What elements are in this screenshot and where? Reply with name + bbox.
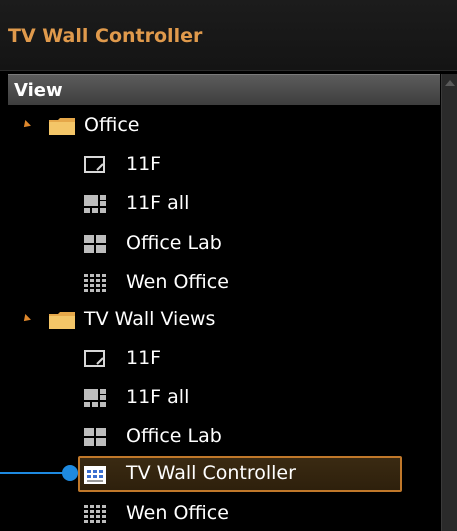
view-section-label: View (14, 80, 63, 101)
tree-item-label: Wen Office (126, 502, 229, 524)
tree-group-tv-wall-views[interactable]: TV Wall Views (0, 303, 440, 337)
tree-item-wen-office[interactable]: Wen Office (0, 497, 440, 531)
tree-item-label: 11F (126, 153, 162, 175)
tree-group-office[interactable]: Office (0, 109, 440, 143)
callout-dot (62, 465, 78, 481)
folder-icon (49, 118, 75, 135)
single-screen-icon (84, 350, 105, 367)
grid-mixed-icon (84, 389, 106, 407)
tree-group-label: TV Wall Views (84, 308, 216, 330)
window-title: TV Wall Controller (8, 25, 203, 47)
tree-item-11f[interactable]: 11F (0, 148, 440, 182)
vertical-scrollbar[interactable] (441, 74, 457, 531)
title-bar: TV Wall Controller (0, 0, 457, 71)
folder-icon (49, 312, 75, 329)
tree-item-label: Office Lab (126, 425, 222, 447)
tree-item-office-lab[interactable]: Office Lab (0, 420, 440, 454)
tree-item-label: 11F (126, 347, 162, 369)
tree-item-label: Wen Office (126, 271, 229, 293)
grid-2x2-icon (84, 235, 106, 253)
tree-item-label: TV Wall Controller (126, 462, 296, 484)
expand-caret-icon[interactable] (21, 314, 31, 324)
tv-wall-panel: TV Wall Controller View Office 11F 11F a… (0, 0, 457, 531)
tree-item-office-lab[interactable]: Office Lab (0, 227, 440, 261)
expand-caret-icon[interactable] (21, 120, 31, 130)
tree-item-11f-all[interactable]: 11F all (0, 381, 440, 415)
scroll-up-arrow-icon[interactable] (445, 80, 455, 86)
tree-item-label: 11F all (126, 386, 190, 408)
tree-item-wen-office[interactable]: Wen Office (0, 266, 440, 300)
grid-2x2-icon (84, 428, 106, 446)
tree-item-label: Office Lab (126, 232, 222, 254)
callout-line (0, 472, 66, 474)
grid-mixed-icon (84, 195, 106, 213)
grid-4x4-icon (84, 505, 106, 523)
tree-item-11f[interactable]: 11F (0, 342, 440, 376)
view-section-header[interactable]: View (8, 74, 440, 105)
tree-item-11f-all[interactable]: 11F all (0, 187, 440, 221)
tv-wall-controller-icon (84, 466, 106, 484)
single-screen-icon (84, 156, 105, 173)
tree-item-label: 11F all (126, 192, 190, 214)
tree-group-label: Office (84, 114, 140, 136)
grid-4x4-icon (84, 274, 106, 292)
